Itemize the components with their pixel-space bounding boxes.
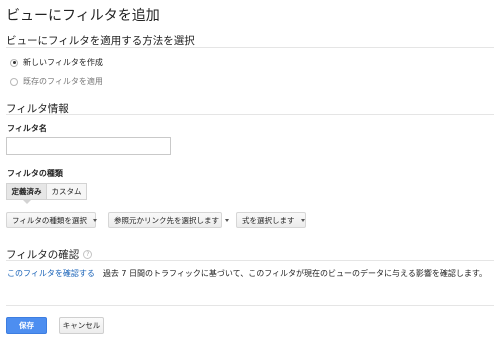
page-title: ビューにフィルタを追加 (6, 8, 160, 24)
chevron-down-icon (300, 218, 305, 222)
source-destination-dropdown[interactable]: 参照元かリンク先を選択します (108, 212, 229, 228)
save-button[interactable]: 保存 (6, 317, 47, 334)
radio-create-new-filter[interactable]: 新しいフィルタを作成 (10, 57, 103, 68)
tab-custom[interactable]: カスタム (47, 183, 87, 200)
radio-label-apply-existing: 既存のフィルタを適用 (23, 77, 103, 86)
filter-name-label: フィルタ名 (7, 124, 47, 133)
radio-button-checked[interactable] (10, 58, 18, 67)
radio-button-unchecked[interactable] (10, 77, 18, 86)
verify-filter-link[interactable]: このフィルタを確認する (7, 268, 95, 279)
active-tab-pointer (23, 200, 31, 204)
verify-section-divider (6, 260, 494, 261)
chevron-down-icon (225, 218, 229, 222)
radio-label-create-new: 新しいフィルタを作成 (23, 58, 103, 67)
source-destination-dropdown-label: 参照元かリンク先を選択します (114, 215, 219, 225)
expression-dropdown-label: 式を選択します (242, 215, 295, 225)
verify-row: このフィルタを確認する 過去 7 日間のトラフィックに基づいて、このフィルタが現… (7, 268, 487, 279)
tab-predefined[interactable]: 定義済み (6, 183, 47, 200)
filter-type-tabs: 定義済み カスタム (6, 183, 87, 200)
filter-name-input[interactable] (6, 137, 171, 155)
filter-type-dropdown-label: フィルタの種類を選択 (12, 215, 87, 225)
method-section-divider (6, 47, 494, 48)
chevron-down-icon (92, 218, 97, 222)
actions-divider (6, 305, 494, 306)
expression-dropdown[interactable]: 式を選択します (236, 212, 306, 228)
radio-apply-existing-filter[interactable]: 既存のフィルタを適用 (10, 76, 103, 87)
filter-type-label: フィルタの種類 (7, 169, 63, 178)
verify-description: 過去 7 日間のトラフィックに基づいて、このフィルタが現在のビューのデータに与え… (102, 269, 488, 278)
help-icon[interactable]: ? (83, 250, 93, 259)
cancel-button[interactable]: キャンセル (59, 317, 104, 334)
info-section-divider (6, 114, 494, 115)
filter-type-dropdown[interactable]: フィルタの種類を選択 (6, 212, 97, 228)
method-section-title: ビューにフィルタを適用する方法を選択 (6, 35, 195, 47)
